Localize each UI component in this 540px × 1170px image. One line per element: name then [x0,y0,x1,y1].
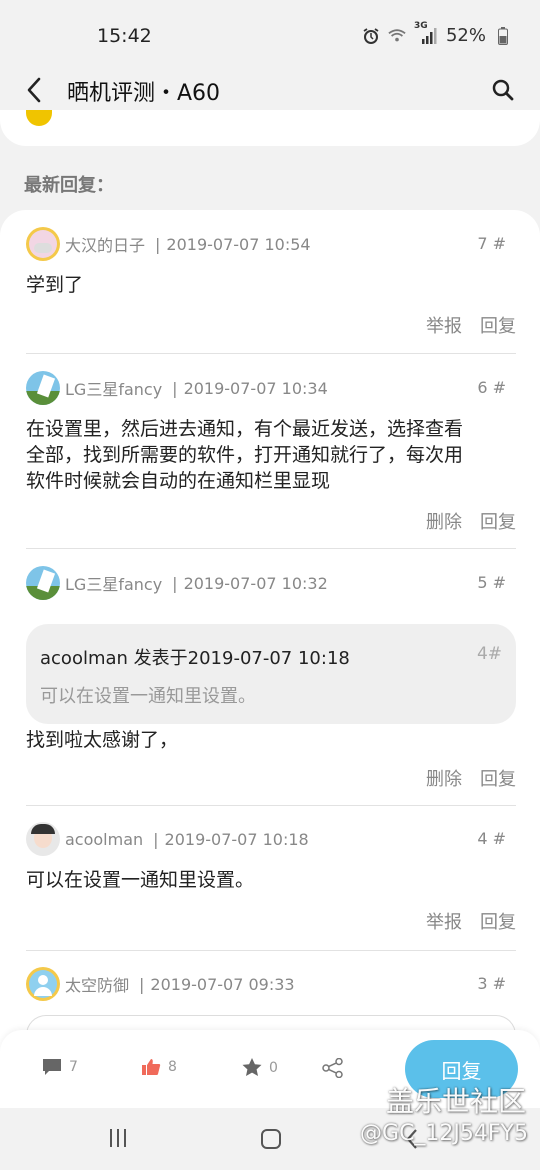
author-name[interactable]: 太空防御 [65,972,129,996]
reply-actions: 举报 回复 [426,312,516,338]
home-button[interactable] [261,1129,281,1149]
network-type: 3G [413,20,428,31]
watermark-user: @GC_12J54FY5 [360,1121,528,1146]
reply-actions: 举报 回复 [426,908,516,934]
wifi-icon [388,27,406,45]
reply-item: LG三星fancy | 2019-07-07 10:34 6 # 在设置里，然后… [26,370,516,533]
reply-content: 找到啦太感谢了， [26,729,179,751]
search-button[interactable] [488,75,518,105]
delete-button[interactable]: 删除 [426,765,462,791]
post-time: 2019-07-07 10:18 [164,829,309,849]
reply-body: 找到啦太感谢了， 删除 回复 [26,727,516,790]
reply-button[interactable]: 回复 [480,908,516,934]
back-button[interactable] [20,74,48,106]
page-title: 晒机评测・A60 [67,81,221,106]
separator: | [153,829,159,849]
star-icon [242,1058,262,1076]
avatar[interactable] [26,566,60,600]
recents-bar [117,1129,119,1147]
separator: | [172,573,178,593]
watermark-title: 盖乐世社区 [385,1085,526,1118]
separator: | [172,378,178,398]
search-icon [492,79,514,101]
reply-item: 大汉的日子 | 2019-07-07 10:54 7 # 学到了 举报 回复 [26,226,516,337]
avatar[interactable] [26,822,60,856]
report-button[interactable]: 举报 [426,312,462,338]
reply-content: 学到了 [26,274,84,296]
reply-item: 太空防御 | 2019-07-07 09:33 3 # [26,966,516,1002]
content-line: 软件时候就会自动的在通知栏里显现 [26,470,331,492]
battery-percent: 52% [445,25,486,46]
comment-count-button[interactable]: 7 [42,1058,78,1076]
comment-count: 7 [69,1059,78,1075]
reply-content: 可以在设置一通知里设置。 [26,869,255,891]
author-name[interactable]: LG三星fancy [65,571,162,595]
author-name[interactable]: acoolman [65,830,143,849]
divider [26,805,516,806]
divider [26,548,516,549]
reply-button[interactable]: 回复 [480,312,516,338]
recents-bar [124,1129,126,1147]
previous-post-card [0,110,540,146]
floor-number: 7 # [477,234,506,253]
author-name[interactable]: 大汉的日子 [65,232,145,256]
like-button[interactable]: 8 [141,1058,177,1076]
separator: | [139,974,145,994]
quoted-reply[interactable]: acoolman 发表于2019-07-07 10:18 4# 可以在设置一通知… [26,624,516,724]
avatar [26,110,52,126]
back-arrow-icon [27,77,41,103]
reply-content: 在设置里，然后进去通知，有个最近发送，选择查看 全部，找到所需要的软件，打开通知… [26,416,516,494]
post-time: 2019-07-07 10:54 [166,234,311,254]
avatar[interactable] [26,967,60,1001]
separator: | [155,234,161,254]
content-line: 全部，找到所需要的软件，打开通知就行了，每次用 [26,444,464,466]
quote-floor: 4# [476,644,502,664]
favorite-count: 0 [269,1059,278,1076]
floor-number: 5 # [477,573,506,592]
like-count: 8 [168,1059,177,1075]
favorite-button[interactable]: 0 [242,1058,278,1077]
status-time: 15:42 [97,25,152,47]
floor-number: 6 # [477,378,506,397]
battery-icon [494,26,512,45]
divider [26,950,516,951]
delete-button[interactable]: 删除 [426,508,462,534]
reply-actions: 删除 回复 [426,508,516,534]
floor-number: 4 # [477,829,506,848]
reply-item: acoolman | 2019-07-07 10:18 4 # 可以在设置一通知… [26,821,516,933]
author-name[interactable]: LG三星fancy [65,376,162,400]
quote-text: 可以在设置一通知里设置。 [40,686,256,707]
recents-button[interactable] [110,1129,126,1147]
divider [26,353,516,354]
status-bar: 15:42 3G 52% [0,0,540,70]
latest-replies-label: 最新回复： [24,175,114,196]
avatar[interactable] [26,227,60,261]
avatar[interactable] [26,371,60,405]
comment-icon [43,1059,61,1075]
signal-icon: 3G [414,21,438,45]
post-time: 2019-07-07 10:32 [183,573,328,593]
reply-item: LG三星fancy | 2019-07-07 10:32 5 # [26,565,516,601]
reply-meta: 大汉的日子 | 2019-07-07 10:54 7 # [26,226,516,262]
reply-meta: LG三星fancy | 2019-07-07 10:34 6 # [26,370,516,406]
recents-bar [110,1129,112,1147]
report-button[interactable]: 举报 [426,908,462,934]
reply-meta: acoolman | 2019-07-07 10:18 4 # [26,821,516,857]
thumbs-up-icon [142,1059,161,1075]
share-icon [322,1058,343,1078]
status-icons: 3G 52% [362,21,512,46]
floor-number: 3 # [477,974,506,993]
reply-button[interactable]: 回复 [480,765,516,791]
app-header: 晒机评测・A60 [0,70,540,110]
alarm-icon [362,27,380,45]
reply-meta: 太空防御 | 2019-07-07 09:33 3 # [26,966,516,1002]
post-time: 2019-07-07 10:34 [183,378,328,398]
share-button[interactable] [322,1058,344,1078]
reply-button[interactable]: 回复 [480,508,516,534]
quote-author: acoolman 发表于2019-07-07 10:18 [40,648,350,669]
reply-meta: LG三星fancy | 2019-07-07 10:32 5 # [26,565,516,601]
reply-actions: 删除 回复 [426,765,516,791]
content-line: 在设置里，然后进去通知，有个最近发送，选择查看 [26,418,464,440]
post-time: 2019-07-07 09:33 [150,974,295,994]
